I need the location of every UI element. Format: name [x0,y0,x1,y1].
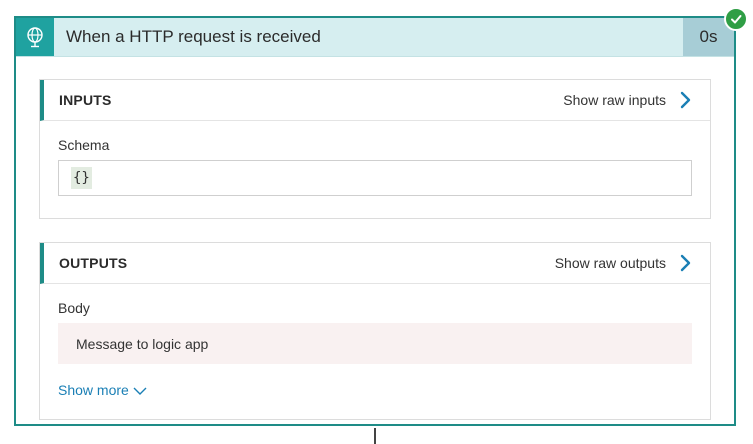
show-more-label: Show more [58,382,129,398]
outputs-heading: OUTPUTS [59,255,128,271]
flow-connector-line [374,428,376,444]
show-more-link[interactable]: Show more [58,382,147,398]
trigger-header[interactable]: When a HTTP request is received 0s [16,18,734,57]
chevron-right-icon[interactable] [676,91,694,109]
inputs-section: INPUTS Show raw inputs Schema {} [39,79,711,219]
body-field: Message to logic app [58,323,692,364]
body-label: Body [58,300,90,316]
trigger-title: When a HTTP request is received [66,27,321,46]
chevron-down-icon [133,387,147,396]
schema-value: {} [71,167,92,189]
chevron-right-icon[interactable] [676,254,694,272]
trigger-card: When a HTTP request is received 0s INPUT… [14,16,736,426]
inputs-heading: INPUTS [59,92,112,108]
inputs-header: INPUTS Show raw inputs [40,80,710,121]
schema-field: {} [58,160,692,196]
outputs-header: OUTPUTS Show raw outputs [40,243,710,284]
success-check-icon [724,7,748,31]
show-raw-outputs-link[interactable]: Show raw outputs [555,243,666,284]
outputs-section: OUTPUTS Show raw outputs Body Message to… [39,242,711,420]
globe-request-icon [16,18,54,56]
schema-label: Schema [58,137,110,153]
show-raw-inputs-link[interactable]: Show raw inputs [563,80,666,121]
body-value: Message to logic app [76,336,209,352]
